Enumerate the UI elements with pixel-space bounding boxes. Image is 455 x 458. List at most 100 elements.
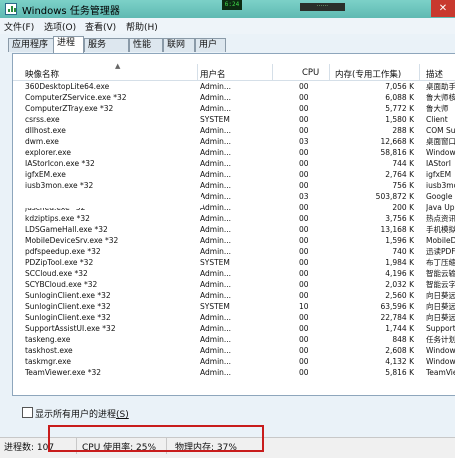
process-cpu: 00: [299, 357, 309, 366]
table-row[interactable]: explorer.exe Admin... 00 58,816 K Windows: [13, 147, 455, 158]
menu-help[interactable]: 帮助(H): [126, 20, 158, 33]
process-rows: 360DesktopLite64.exe Admin... 00 7,056 K 桌面助…: [13, 81, 455, 378]
process-user: Admin...: [200, 357, 232, 366]
column-image-name[interactable]: 映像名称: [25, 68, 59, 80]
process-memory: 288 K: [392, 126, 414, 135]
table-row[interactable]: SunloginClient.exe *32 Admin... 00 2,560 K 向…: [13, 290, 455, 301]
column-cpu[interactable]: CPU: [302, 68, 319, 78]
process-description: Google: [426, 192, 453, 201]
process-name: taskmgr.exe: [25, 357, 71, 366]
table-row[interactable]: csrss.exe SYSTEM 00 1,580 K Client: [13, 114, 455, 125]
tab-applications[interactable]: 应用程序: [8, 38, 54, 52]
status-process-count: 进程数: 107: [4, 443, 55, 453]
column-memory[interactable]: 内存(专用工作集): [335, 68, 401, 80]
process-memory: 12,668 K: [380, 137, 414, 146]
tab-performance[interactable]: 性能: [129, 38, 163, 52]
sort-ascending-icon: ▲: [115, 62, 121, 70]
process-description: 热点资讯: [426, 214, 455, 223]
process-name: explorer.exe: [25, 148, 71, 157]
table-row[interactable]: SunloginClient.exe *32 SYSTEM 10 63,596 K 向日…: [13, 301, 455, 312]
close-button[interactable]: ✕: [431, 0, 455, 17]
show-all-users-checkbox[interactable]: 显示所有用户的进程(S): [22, 407, 129, 420]
process-memory: 2,764 K: [385, 170, 414, 179]
process-description: 向日葵远: [426, 313, 455, 322]
table-row[interactable]: SupportAssistUI.exe *32 Admin... 00 1,744 K…: [13, 323, 455, 334]
table-row[interactable]: taskmgr.exe Admin... 00 4,132 K Windows: [13, 356, 455, 367]
process-name: TeamViewer.exe *32: [25, 368, 101, 377]
tab-processes[interactable]: 进程: [53, 36, 84, 53]
process-description: iusb3mo: [426, 181, 455, 190]
menu-bar: 文件(F) 选项(O) 查看(V) 帮助(H): [0, 18, 455, 34]
process-user: Admin...: [200, 335, 232, 344]
checkbox-icon[interactable]: [22, 407, 33, 418]
table-row[interactable]: SCCloud.exe *32 Admin... 00 4,196 K 智能云输: [13, 268, 455, 279]
table-row[interactable]: SunloginClient.exe *32 Admin... 00 22,784 K…: [13, 312, 455, 323]
table-row[interactable]: 360DesktopLite64.exe Admin... 00 7,056 K 桌面助…: [13, 81, 455, 92]
table-row[interactable]: SCYBCloud.exe *32 Admin... 00 2,032 K 智能云字: [13, 279, 455, 290]
table-row[interactable]: iusb3mon.exe *32 Admin... 00 756 K iusb3mo: [13, 180, 455, 191]
process-user: Admin...: [200, 181, 232, 190]
process-description: TeamVie: [426, 368, 455, 377]
column-user-name[interactable]: 用户名: [200, 68, 226, 80]
process-cpu: 00: [299, 170, 309, 179]
table-row[interactable]: igfxEM.exe Admin... 00 2,764 K igfxEM: [13, 169, 455, 180]
menu-view[interactable]: 查看(V): [85, 20, 116, 33]
process-name: SunloginClient.exe *32: [25, 313, 111, 322]
table-row[interactable]: PDZipTool.exe *32 SYSTEM 00 1,984 K 布丁压缩: [13, 257, 455, 268]
process-memory: 740 K: [392, 247, 414, 256]
menu-file[interactable]: 文件(F): [4, 20, 34, 33]
process-list[interactable]: ▲ 映像名称 用户名 CPU 内存(专用工作集) 描述 360DesktopLi…: [12, 53, 455, 396]
process-name: SunloginClient.exe *32: [25, 291, 111, 300]
column-description[interactable]: 描述: [426, 68, 443, 80]
table-row[interactable]: taskhost.exe Admin... 00 2,608 K Windows: [13, 345, 455, 356]
tab-networking[interactable]: 联网: [163, 38, 195, 52]
table-row[interactable]: dwm.exe Admin... 03 12,668 K 桌面窗口: [13, 136, 455, 147]
process-user: Admin...: [200, 280, 232, 289]
process-user: Admin...: [200, 313, 232, 322]
process-memory: 2,608 K: [385, 346, 414, 355]
process-description: COM Sur: [426, 126, 455, 135]
column-header-row: ▲ 映像名称 用户名 CPU 内存(专用工作集) 描述: [13, 62, 455, 81]
tab-users[interactable]: 用户: [195, 38, 226, 52]
process-name: ComputerZTray.exe *32: [25, 104, 114, 113]
process-name: PDZipTool.exe *32: [25, 258, 94, 267]
redacted-region: [23, 197, 203, 208]
process-memory: 13,168 K: [380, 225, 414, 234]
process-description: 任务计划: [426, 335, 455, 344]
process-user: Admin...: [200, 346, 232, 355]
table-row[interactable]: TeamViewer.exe *32 Admin... 00 5,816 K TeamV…: [13, 367, 455, 378]
table-row[interactable]: pdfspeedup.exe *32 Admin... 00 740 K 迅读PDF: [13, 246, 455, 257]
table-row[interactable]: dllhost.exe Admin... 00 288 K COM Sur: [13, 125, 455, 136]
task-manager-icon: [5, 3, 17, 15]
process-name: taskeng.exe: [25, 335, 71, 344]
process-description: 桌面窗口: [426, 137, 455, 146]
process-description: MobileD: [426, 236, 455, 245]
process-user: Admin...: [200, 324, 232, 333]
process-user: Admin...: [200, 192, 232, 201]
process-description: 手机模拟: [426, 225, 455, 234]
window-title: Windows 任务管理器: [22, 6, 120, 17]
table-row[interactable]: kdziptips.exe *32 Admin... 00 3,756 K 热点资讯: [13, 213, 455, 224]
process-description: 桌面助手: [426, 82, 455, 91]
process-user: Admin...: [200, 368, 232, 377]
process-memory: 3,756 K: [385, 214, 414, 223]
process-user: Admin...: [200, 236, 232, 245]
table-row[interactable]: ComputerZTray.exe *32 Admin... 00 5,772 K 鲁大…: [13, 103, 455, 114]
table-row[interactable]: IAStorIcon.exe *32 Admin... 00 744 K IAStorI: [13, 158, 455, 169]
table-row[interactable]: taskeng.exe Admin... 00 848 K 任务计划: [13, 334, 455, 345]
process-name: dllhost.exe: [25, 126, 66, 135]
process-description: Windows: [426, 346, 455, 355]
title-status-snippet: ······: [300, 3, 345, 11]
tab-services[interactable]: 服务: [84, 38, 129, 52]
process-description: 智能云字: [426, 280, 455, 289]
process-description: igfxEM: [426, 170, 452, 179]
table-row[interactable]: MobileDeviceSrv.exe *32 Admin... 00 1,596 K…: [13, 235, 455, 246]
process-user: SYSTEM: [200, 115, 230, 124]
process-user: Admin...: [200, 82, 232, 91]
menu-options[interactable]: 选项(O): [44, 20, 76, 33]
table-row[interactable]: LDSGameHall.exe *32 Admin... 00 13,168 K 手机模…: [13, 224, 455, 235]
process-cpu: 00: [299, 280, 309, 289]
table-row[interactable]: ComputerZService.exe *32 Admin... 00 6,088 …: [13, 92, 455, 103]
process-cpu: 00: [299, 115, 309, 124]
process-cpu: 00: [299, 82, 309, 91]
